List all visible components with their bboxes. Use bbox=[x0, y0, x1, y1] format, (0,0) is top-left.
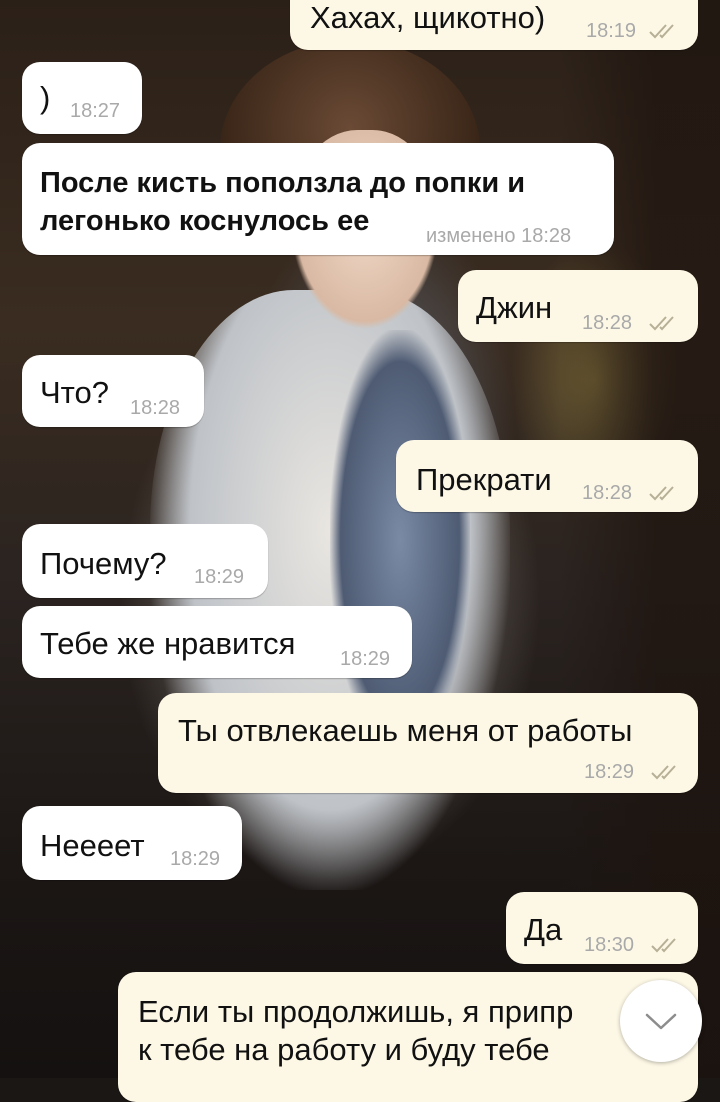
message-text: Почему? bbox=[40, 546, 167, 581]
message-time: 18:29 bbox=[194, 566, 245, 588]
message-outgoing[interactable]: Ты отвлекаешь меня от работы 18:29 bbox=[158, 693, 698, 793]
message-outgoing[interactable]: Если ты продолжишь, я припр к тебе на ра… bbox=[118, 972, 698, 1102]
message-incoming[interactable]: После кисть поползла до попки и легонько… bbox=[22, 143, 614, 255]
message-incoming[interactable]: Нееeет 18:29 bbox=[22, 806, 242, 880]
message-outgoing[interactable]: Джин 18:28 bbox=[458, 270, 698, 342]
message-outgoing[interactable]: Прекрати 18:28 bbox=[396, 440, 698, 512]
message-text-line2: к тебе на работу и буду тебе bbox=[138, 1032, 550, 1067]
message-incoming[interactable]: ) 18:27 bbox=[22, 62, 142, 134]
message-time: 18:30 bbox=[584, 934, 635, 956]
message-time: 18:28 bbox=[582, 482, 633, 504]
message-text: Тебе же нравится bbox=[40, 626, 296, 661]
message-time: 18:27 bbox=[70, 100, 121, 122]
message-text-line2: легонько коснулось ее bbox=[40, 205, 370, 237]
message-time: 18:29 bbox=[170, 848, 221, 870]
message-text: Джин bbox=[476, 290, 553, 325]
message-time: изменено 18:28 bbox=[426, 225, 572, 247]
message-text: Хахах, щикотно) bbox=[310, 0, 546, 35]
message-list[interactable]: Хахах, щикотно) 18:19 ) 18:27 После кист… bbox=[0, 0, 720, 1102]
message-text: Ты отвлекаешь меня от работы bbox=[178, 713, 633, 748]
scroll-down-button[interactable] bbox=[620, 980, 702, 1062]
message-time: 18:28 bbox=[582, 312, 633, 334]
message-text: Нееeет bbox=[40, 828, 145, 863]
double-check-icon bbox=[648, 484, 682, 502]
message-text: ) bbox=[40, 80, 51, 115]
double-check-icon bbox=[648, 314, 682, 332]
message-text-line1: Если ты продолжишь, я припр bbox=[138, 994, 574, 1029]
message-outgoing[interactable]: Хахах, щикотно) 18:19 bbox=[290, 0, 698, 50]
message-text: Да bbox=[524, 912, 563, 947]
double-check-icon bbox=[650, 763, 684, 781]
chevron-down-icon bbox=[641, 1009, 681, 1033]
message-time: 18:29 bbox=[584, 761, 635, 783]
message-time: 18:28 bbox=[130, 397, 181, 419]
double-check-icon bbox=[648, 22, 682, 40]
message-text: Прекрати bbox=[416, 462, 552, 497]
message-text-line1: После кисть поползла до попки и bbox=[40, 167, 526, 199]
message-incoming[interactable]: Что? 18:28 bbox=[22, 355, 204, 427]
message-text: Что? bbox=[40, 375, 109, 410]
double-check-icon bbox=[650, 936, 684, 954]
message-time: 18:19 bbox=[586, 20, 637, 42]
message-incoming[interactable]: Почему? 18:29 bbox=[22, 524, 268, 598]
message-time: 18:29 bbox=[340, 648, 391, 670]
message-outgoing[interactable]: Да 18:30 bbox=[506, 892, 698, 964]
message-incoming[interactable]: Тебе же нравится 18:29 bbox=[22, 606, 412, 678]
